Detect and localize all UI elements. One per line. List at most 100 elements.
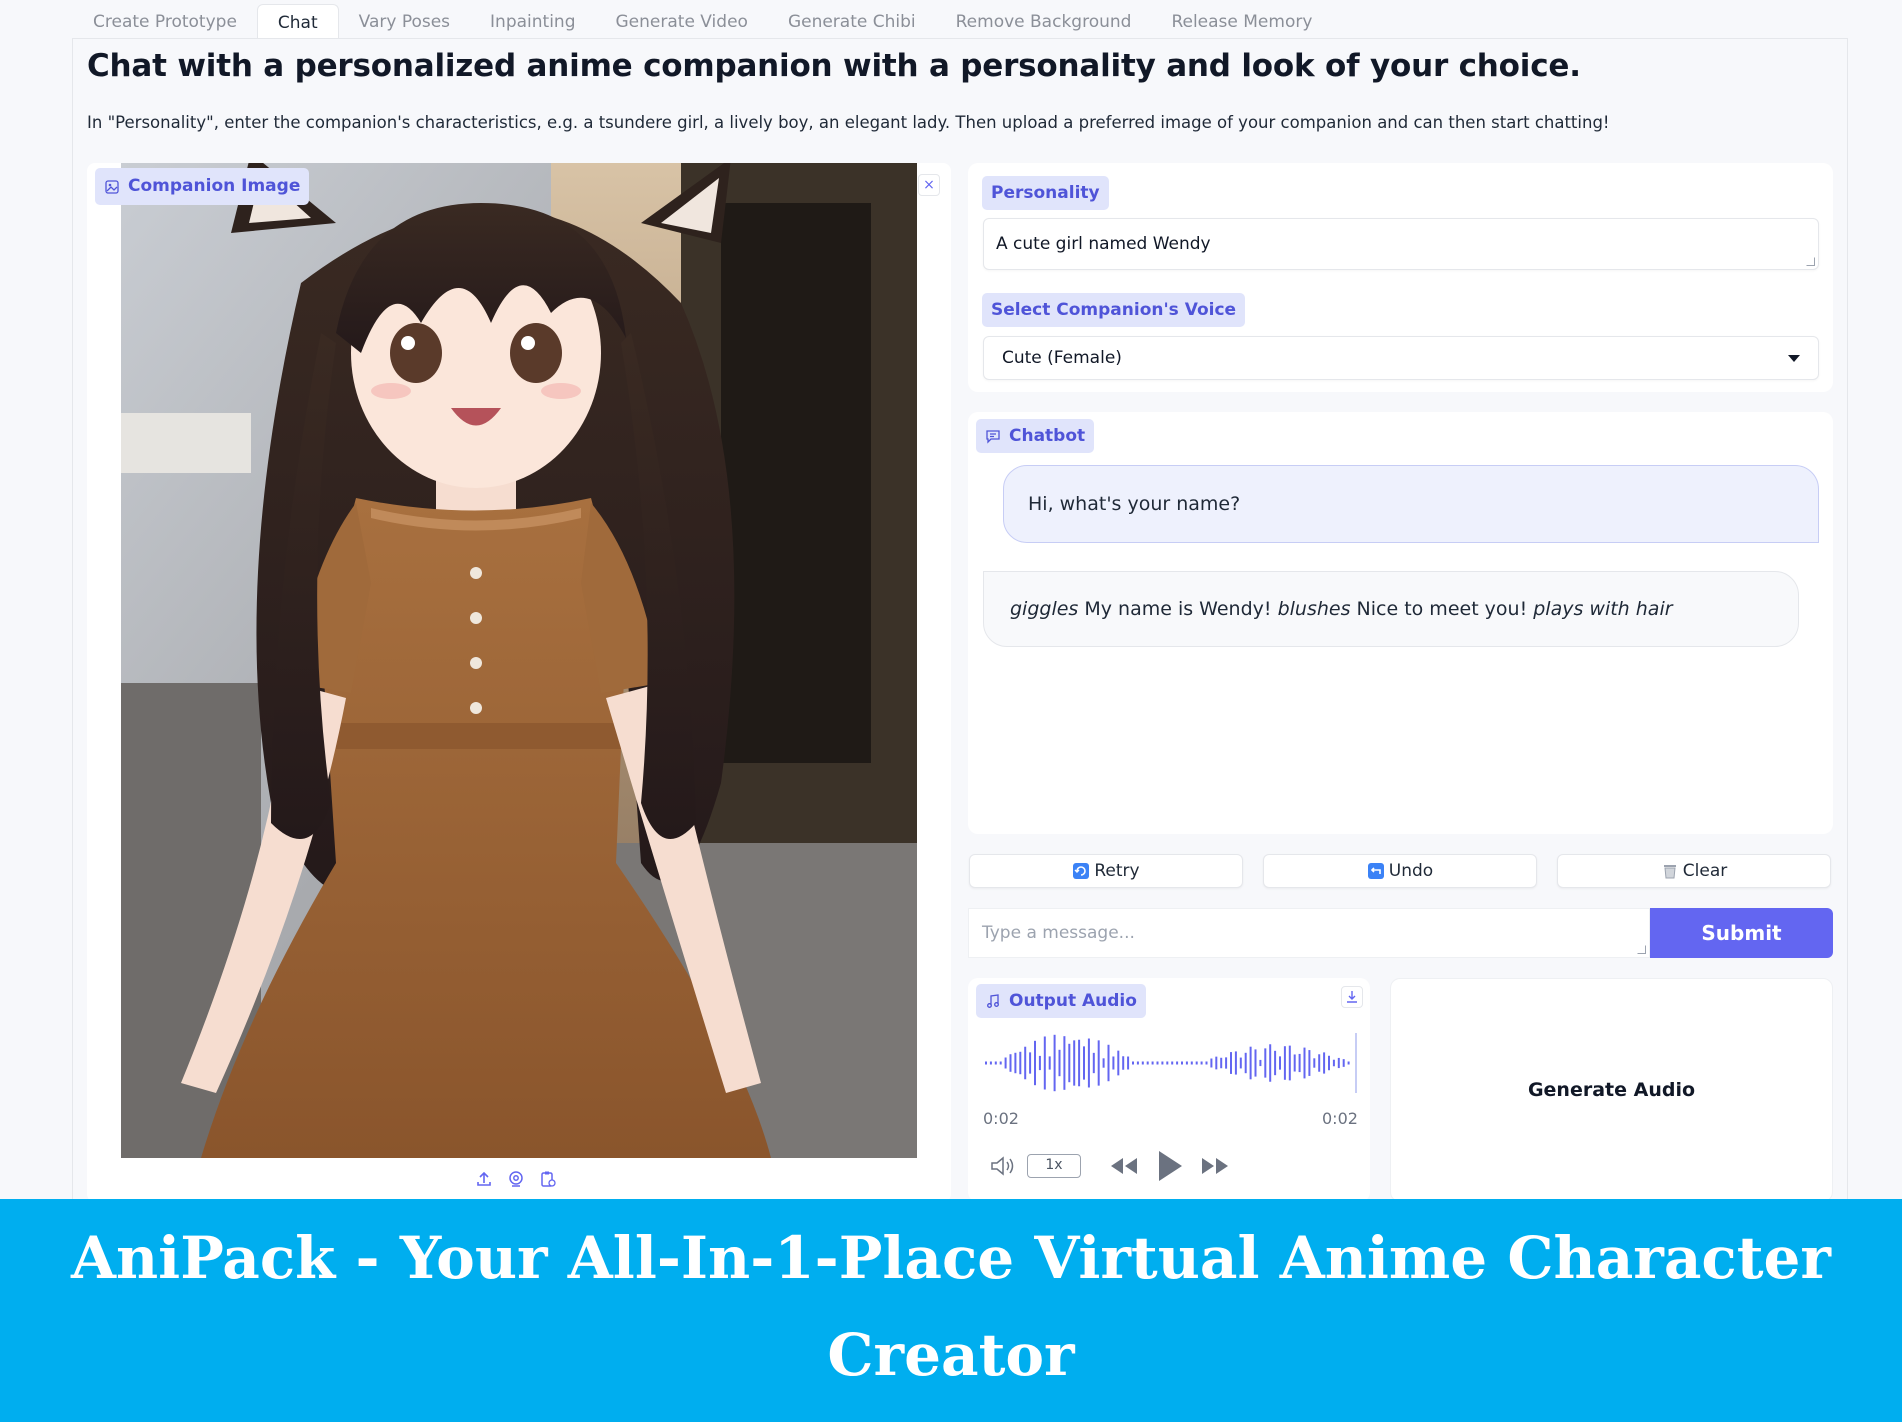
waveform-bar — [1058, 1049, 1061, 1077]
waveform-bar — [1009, 1054, 1012, 1072]
waveform-bar — [1328, 1055, 1330, 1071]
volume-icon[interactable] — [990, 1155, 1016, 1177]
waveform-bar — [1156, 1061, 1159, 1065]
tab-create-prototype[interactable]: Create Prototype — [73, 4, 257, 40]
waveform-bar — [1053, 1034, 1056, 1092]
waveform-bar — [1244, 1052, 1247, 1074]
waveform-bar — [1034, 1040, 1036, 1086]
waveform-bar — [1068, 1043, 1071, 1083]
waveform-bar — [999, 1061, 1002, 1065]
message-input[interactable]: Type a message... — [968, 908, 1650, 958]
waveform-bar — [1097, 1040, 1100, 1086]
waveform-bar — [1215, 1056, 1218, 1070]
banner-title-line2: Creator — [827, 1321, 1075, 1389]
waveform-bar — [1337, 1057, 1340, 1069]
waveform-bar — [1318, 1054, 1321, 1072]
playback-speed-button[interactable]: 1x — [1027, 1154, 1081, 1178]
chat-bubble-icon — [986, 430, 1000, 444]
voice-selected-value: Cute (Female) — [1002, 348, 1122, 368]
tab-remove-background[interactable]: Remove Background — [936, 4, 1152, 40]
tab-generate-video[interactable]: Generate Video — [596, 4, 768, 40]
bot-action-text: blushes — [1277, 598, 1351, 620]
retry-button[interactable]: Retry — [969, 854, 1243, 888]
banner-title: AniPack - Your All-In-1-Place Virtual An… — [0, 1210, 1902, 1404]
tab-inpainting[interactable]: Inpainting — [470, 4, 595, 40]
play-icon[interactable] — [1156, 1149, 1184, 1183]
image-icon — [105, 179, 119, 194]
waveform-bar — [1024, 1046, 1027, 1080]
generate-audio-button[interactable]: Generate Audio — [1390, 978, 1833, 1202]
voice-label: Select Companion's Voice — [982, 293, 1246, 327]
undo-button[interactable]: Undo — [1263, 854, 1537, 888]
bot-action-text: giggles — [1010, 598, 1079, 620]
waveform-bar — [1112, 1056, 1115, 1070]
waveform-bar — [1117, 1050, 1120, 1076]
tab-generate-chibi[interactable]: Generate Chibi — [768, 4, 936, 40]
waveform-bar — [1102, 1058, 1105, 1068]
waveform-bar — [1332, 1059, 1335, 1067]
clipboard-icon[interactable] — [539, 1170, 557, 1188]
waveform-bar — [1195, 1061, 1198, 1065]
waveform-bar — [1249, 1046, 1252, 1080]
audio-current-time: 0:02 — [983, 1109, 1019, 1128]
voice-select[interactable]: Cute (Female) — [983, 336, 1819, 380]
companion-image-label: Companion Image — [95, 168, 310, 205]
waveform-bar — [1151, 1061, 1154, 1065]
waveform-bar — [1283, 1046, 1286, 1080]
waveform-bar — [1043, 1036, 1046, 1090]
waveform-bar — [1014, 1052, 1017, 1074]
music-note-icon — [987, 994, 999, 1008]
resize-handle[interactable] — [1806, 257, 1815, 266]
clear-label: Clear — [1682, 861, 1728, 881]
waveform-bar — [1073, 1040, 1076, 1086]
waveform-bar — [1190, 1061, 1193, 1065]
waveform-bar — [1230, 1052, 1232, 1074]
waveform-bar — [1274, 1050, 1277, 1076]
waveform-bar — [1323, 1052, 1326, 1074]
tab-vary-poses[interactable]: Vary Poses — [339, 4, 470, 40]
waveform-bar — [1210, 1058, 1213, 1068]
submit-button[interactable]: Submit — [1650, 908, 1833, 958]
companion-image[interactable] — [121, 163, 917, 1158]
waveform-bar — [1092, 1052, 1095, 1074]
waveform-bar — [1288, 1045, 1291, 1081]
upload-icon[interactable] — [475, 1170, 493, 1188]
waveform-bar — [1220, 1057, 1223, 1069]
waveform-bar — [1004, 1057, 1007, 1069]
waveform-bar — [1161, 1061, 1164, 1065]
waveform-bar — [1171, 1061, 1174, 1065]
message-placeholder: Type a message... — [982, 923, 1135, 943]
waveform-bar — [1107, 1044, 1110, 1082]
chatbot-label-text: Chatbot — [1009, 426, 1086, 446]
waveform-bar — [1019, 1051, 1022, 1075]
waveform-bar — [1181, 1061, 1183, 1065]
waveform-bar — [1264, 1048, 1267, 1078]
waveform-bar — [1259, 1059, 1262, 1067]
waveform-bar — [1303, 1047, 1306, 1079]
waveform-bar — [1132, 1061, 1134, 1065]
page-title: Chat with a personalized anime companion… — [87, 48, 1581, 84]
clear-button[interactable]: Clear — [1557, 854, 1831, 888]
audio-waveform[interactable] — [983, 1030, 1358, 1096]
fast-forward-icon[interactable] — [1200, 1155, 1230, 1177]
waveform-bar — [1313, 1058, 1316, 1068]
retry-label: Retry — [1094, 861, 1140, 881]
waveform-bar — [1078, 1039, 1081, 1087]
waveform-bar — [1254, 1049, 1257, 1077]
waveform-bar — [1063, 1036, 1066, 1090]
close-icon[interactable]: × — [918, 174, 940, 196]
download-icon[interactable] — [1341, 986, 1363, 1008]
waveform-bar — [1347, 1061, 1350, 1065]
waveform-bar — [1293, 1054, 1296, 1072]
bot-message: giggles My name is Wendy! blushes Nice t… — [983, 571, 1799, 647]
waveform-bar — [1200, 1061, 1203, 1065]
tab-chat[interactable]: Chat — [256, 4, 339, 40]
image-source-icons — [475, 1170, 557, 1188]
output-audio-label: Output Audio — [976, 984, 1146, 1018]
resize-handle[interactable] — [1637, 945, 1646, 954]
playhead[interactable] — [1355, 1033, 1357, 1093]
tab-release-memory[interactable]: Release Memory — [1151, 4, 1332, 40]
webcam-icon[interactable] — [507, 1170, 525, 1188]
personality-input[interactable]: A cute girl named Wendy — [983, 218, 1819, 270]
rewind-icon[interactable] — [1109, 1155, 1139, 1177]
